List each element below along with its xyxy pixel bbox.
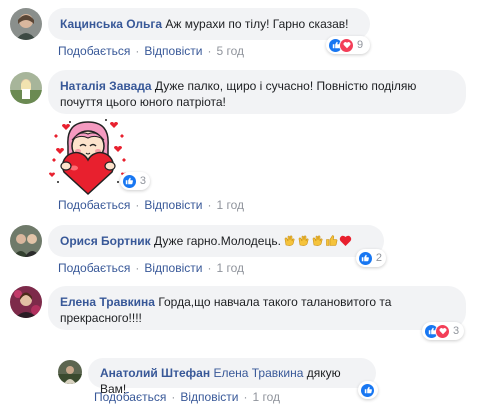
separator-dot: ·	[171, 390, 176, 404]
like-link[interactable]: Подобається	[58, 44, 130, 58]
comment-actions: Подобається · Відповісти · 5 год	[58, 44, 244, 58]
separator-dot: ·	[207, 198, 212, 212]
thumbs-up-icon	[325, 234, 338, 247]
love-reaction-icon	[435, 323, 450, 339]
reply-link[interactable]: Відповісти	[180, 390, 238, 404]
comment-author[interactable]: Кацинська Ольга	[60, 17, 162, 31]
emoji-group	[283, 234, 353, 247]
separator-dot: ·	[207, 44, 212, 58]
like-link[interactable]: Подобається	[94, 390, 166, 404]
comment-timestamp[interactable]: 1 год	[252, 390, 280, 404]
reaction-summary[interactable]	[358, 381, 378, 399]
like-reaction-icon	[122, 173, 137, 189]
comment-author[interactable]: Орися Бортник	[60, 234, 151, 248]
comment-author[interactable]: Анатолий Штефан	[100, 366, 210, 380]
reaction-summary[interactable]: 3	[422, 322, 464, 340]
avatar[interactable]	[10, 8, 42, 40]
like-link[interactable]: Подобається	[58, 261, 130, 275]
reaction-summary[interactable]: 3	[120, 172, 150, 190]
comment-timestamp[interactable]: 1 год	[216, 198, 244, 212]
separator-dot: ·	[135, 44, 140, 58]
reply-link[interactable]: Відповісти	[144, 198, 202, 212]
avatar[interactable]	[10, 225, 42, 257]
reaction-count: 2	[375, 252, 382, 264]
red-heart-icon	[339, 234, 352, 247]
comment-actions: Подобається · Відповісти · 1 год	[58, 261, 244, 275]
separator-dot: ·	[135, 261, 140, 275]
separator-dot: ·	[243, 390, 248, 404]
comment-bubble: Анатолий Штефан Елена Травкина дякую Вам…	[88, 358, 376, 396]
mention-link[interactable]: Елена Травкина	[213, 366, 303, 380]
reaction-summary[interactable]: 9	[326, 36, 370, 54]
comment-actions: Подобається · Відповісти · 1 год	[58, 198, 244, 212]
comment-bubble: Наталія Завада Дуже палко, щиро і сучасн…	[48, 70, 466, 114]
comment-bubble: Орися Бортник Дуже гарно.Молодець.	[48, 225, 384, 257]
clapping-hands-icon	[311, 234, 324, 247]
avatar[interactable]	[10, 286, 42, 318]
avatar[interactable]	[58, 360, 82, 384]
reaction-count: 3	[139, 175, 146, 187]
comment-author[interactable]: Елена Травкина	[60, 295, 155, 309]
love-reaction-icon	[339, 37, 354, 53]
comment-bubble: Кацинська Ольга Аж мурахи по тілу! Гарно…	[48, 8, 370, 40]
comment-actions: Подобається · Відповісти · 1 год	[94, 390, 280, 404]
comment-bubble: Елена Травкина Горда,що навчала такого т…	[48, 286, 466, 330]
separator-dot: ·	[135, 198, 140, 212]
clapping-hands-icon	[283, 234, 296, 247]
separator-dot: ·	[207, 261, 212, 275]
reply-link[interactable]: Відповісти	[144, 44, 202, 58]
reply-link[interactable]: Відповісти	[144, 261, 202, 275]
comment-author[interactable]: Наталія Завада	[60, 79, 152, 93]
comment-timestamp[interactable]: 5 год	[216, 44, 244, 58]
reaction-summary[interactable]: 2	[356, 249, 386, 267]
girl-holding-heart-sticker	[46, 116, 130, 196]
comment-text: Аж мурахи по тілу! Гарно сказав!	[165, 17, 349, 31]
reaction-count: 3	[453, 325, 460, 337]
like-reaction-icon	[360, 382, 375, 398]
clapping-hands-icon	[297, 234, 310, 247]
avatar[interactable]	[10, 72, 42, 104]
like-link[interactable]: Подобається	[58, 198, 130, 212]
like-reaction-icon	[358, 250, 373, 266]
comment-timestamp[interactable]: 1 год	[216, 261, 244, 275]
comment-text: Дуже гарно.Молодець.	[154, 234, 281, 248]
reaction-count: 9	[357, 39, 364, 51]
